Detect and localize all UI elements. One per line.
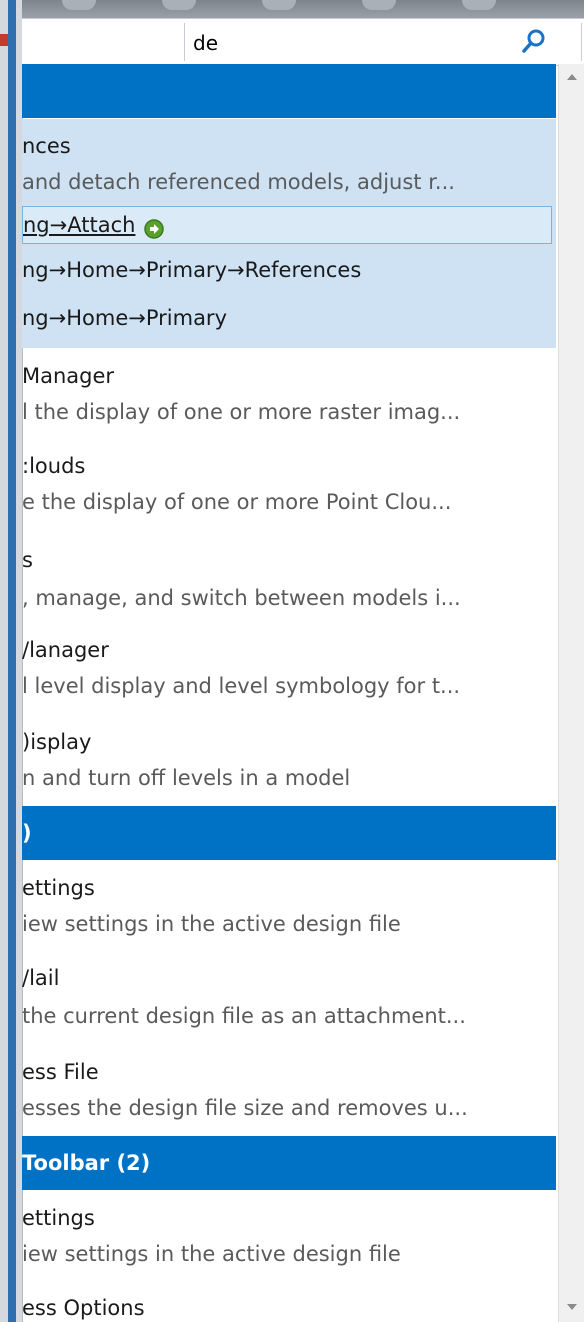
search-input[interactable] bbox=[193, 31, 493, 55]
result-item-title[interactable]: Manager bbox=[22, 364, 114, 388]
result-item-description: n and turn off levels in a model bbox=[22, 766, 351, 790]
result-item-description: l level display and level symbology for … bbox=[22, 674, 461, 698]
result-item-title[interactable]: :louds bbox=[22, 454, 85, 478]
group-header bbox=[22, 64, 556, 118]
search-row bbox=[22, 18, 584, 66]
result-item-description: , manage, and switch between models i... bbox=[22, 586, 461, 610]
scroll-up-arrow-icon[interactable] bbox=[561, 66, 583, 88]
result-item-description: iew settings in the active design file bbox=[22, 912, 401, 936]
chrome-decoration bbox=[62, 0, 96, 10]
result-item-description: e the display of one or more Point Clou.… bbox=[22, 490, 452, 514]
results-list: nces and detach referenced models, adjus… bbox=[22, 64, 558, 1322]
result-item-description: l the display of one or more raster imag… bbox=[22, 400, 461, 424]
result-item-title[interactable]: /lail bbox=[22, 966, 59, 990]
result-item-title[interactable]: ess File bbox=[22, 1060, 99, 1084]
go-arrow-icon[interactable] bbox=[143, 215, 165, 239]
result-item-title[interactable]: /lanager bbox=[22, 638, 109, 662]
chrome-decoration bbox=[462, 0, 496, 10]
group-header: Toolbar (2) bbox=[22, 1136, 556, 1190]
result-item-title[interactable]: )isplay bbox=[22, 730, 91, 754]
ribbon-path-link[interactable]: ng→Attach bbox=[22, 206, 552, 244]
result-item-title[interactable]: ettings bbox=[22, 876, 95, 900]
result-item-description: and detach referenced models, adjust r..… bbox=[22, 170, 455, 194]
red-marker bbox=[0, 34, 8, 46]
vertical-scrollbar[interactable] bbox=[558, 64, 584, 1322]
result-item-description: esses the design file size and removes u… bbox=[22, 1096, 468, 1120]
scroll-down-arrow-icon[interactable] bbox=[561, 1296, 583, 1318]
left-app-strip bbox=[0, 0, 23, 1322]
top-chrome-bar bbox=[22, 0, 584, 18]
search-icon[interactable] bbox=[519, 27, 549, 57]
command-search-popup: nces and detach referenced models, adjus… bbox=[0, 0, 584, 1322]
ribbon-path-text[interactable]: ng→Home→Primary bbox=[22, 306, 227, 330]
result-item-title[interactable]: nces bbox=[22, 134, 71, 158]
result-item-title[interactable]: ess Options bbox=[22, 1296, 145, 1320]
result-item-title[interactable]: ettings bbox=[22, 1206, 95, 1230]
chrome-decoration bbox=[162, 0, 196, 10]
blue-edge-bar bbox=[8, 0, 16, 1322]
result-item-description: the current design file as an attachment… bbox=[22, 1004, 466, 1028]
ribbon-path-text[interactable]: ng→Attach bbox=[23, 213, 135, 237]
result-item-title[interactable]: s bbox=[22, 548, 33, 572]
result-item-description: iew settings in the active design file bbox=[22, 1242, 401, 1266]
ribbon-path-text[interactable]: ng→Home→Primary→References bbox=[22, 258, 361, 282]
chrome-decoration bbox=[262, 0, 296, 10]
search-box[interactable] bbox=[184, 23, 582, 61]
group-header: ) bbox=[22, 806, 556, 860]
chrome-decoration bbox=[362, 0, 396, 10]
